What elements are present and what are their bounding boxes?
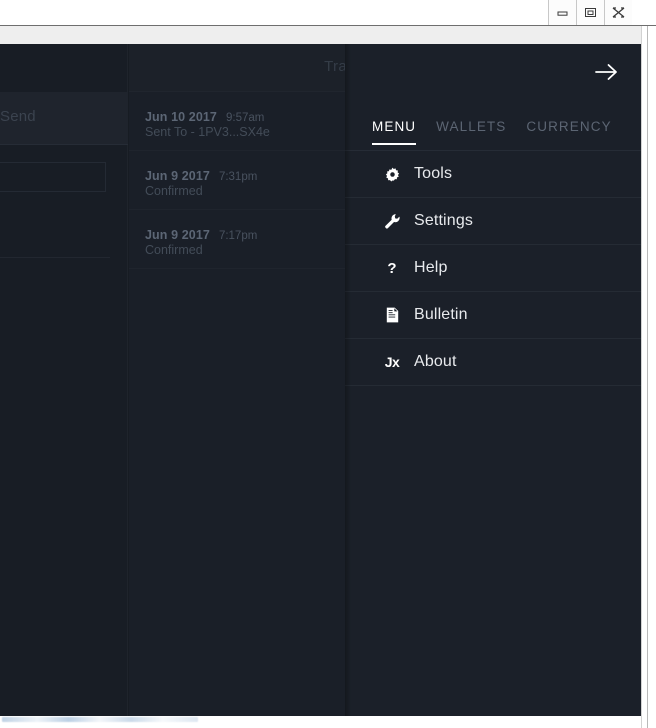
transaction-datetime: Jun 10 2017 9:57am	[145, 108, 264, 126]
status-bar-text	[2, 717, 198, 722]
send-column: Send	[0, 44, 128, 716]
menu-item-label: Bulletin	[414, 306, 468, 323]
transaction-status: Confirmed	[145, 184, 203, 198]
menu-item-settings[interactable]: Settings	[345, 198, 641, 245]
menu-item-label: About	[414, 353, 457, 370]
window-controls	[548, 0, 632, 25]
menu-item-label: Help	[414, 259, 448, 276]
tab-currency[interactable]: CURRENCY	[526, 119, 611, 143]
window-right-border	[641, 26, 656, 728]
divider	[0, 257, 110, 258]
document-icon	[380, 307, 404, 323]
tab-wallets[interactable]: WALLETS	[436, 119, 506, 143]
transaction-date: Jun 9 2017	[145, 228, 210, 242]
menu-item-tools[interactable]: Tools	[345, 151, 641, 198]
transaction-time: 7:17pm	[218, 230, 258, 242]
transaction-datetime: Jun 9 2017 7:17pm	[145, 226, 257, 244]
drawer-tabs: MENU WALLETS CURRENCY	[345, 119, 641, 150]
menu-item-about[interactable]: Jx About	[345, 339, 641, 386]
wrench-icon	[380, 213, 404, 229]
gear-icon	[380, 167, 404, 182]
os-titlebar	[0, 0, 656, 26]
question-mark-icon: ?	[387, 259, 397, 277]
menu-drawer: MENU WALLETS CURRENCY Tools Settings ? H…	[345, 44, 641, 716]
menu-item-help[interactable]: ? Help	[345, 245, 641, 292]
menu-item-label: Tools	[414, 165, 453, 182]
screen: Send Tra Jun 10 2017 9:57am Sent To - 1PV…	[0, 0, 656, 728]
menu-item-label: Settings	[414, 212, 474, 229]
transaction-date: Jun 10 2017	[145, 110, 217, 124]
address-input[interactable]	[0, 162, 106, 192]
tab-menu[interactable]: MENU	[372, 119, 417, 145]
transactions-title: Tra	[324, 58, 347, 75]
restore-button[interactable]	[577, 0, 605, 25]
send-label: Send	[0, 108, 36, 125]
transaction-time: 7:31pm	[218, 171, 258, 183]
jaxx-logo-icon: Jx	[384, 354, 400, 370]
menu-list: Tools Settings ? Help Bulletin Jx About	[345, 151, 641, 386]
minimize-button[interactable]	[549, 0, 577, 25]
drawer-header	[345, 44, 641, 119]
window-bottom-strip	[0, 716, 656, 728]
transaction-datetime: Jun 9 2017 7:31pm	[145, 167, 257, 185]
os-toolbar-strip	[0, 26, 656, 44]
transaction-date: Jun 9 2017	[145, 169, 210, 183]
menu-item-bulletin[interactable]: Bulletin	[345, 292, 641, 339]
transaction-status: Sent To - 1PV3...SX4e	[145, 125, 270, 139]
transaction-time: 9:57am	[225, 112, 265, 124]
arrow-right-icon[interactable]	[591, 56, 623, 88]
send-card[interactable]: Send	[0, 92, 128, 145]
close-button[interactable]	[605, 0, 632, 25]
transaction-status: Confirmed	[145, 243, 203, 257]
scrollbar-track[interactable]	[647, 26, 648, 728]
